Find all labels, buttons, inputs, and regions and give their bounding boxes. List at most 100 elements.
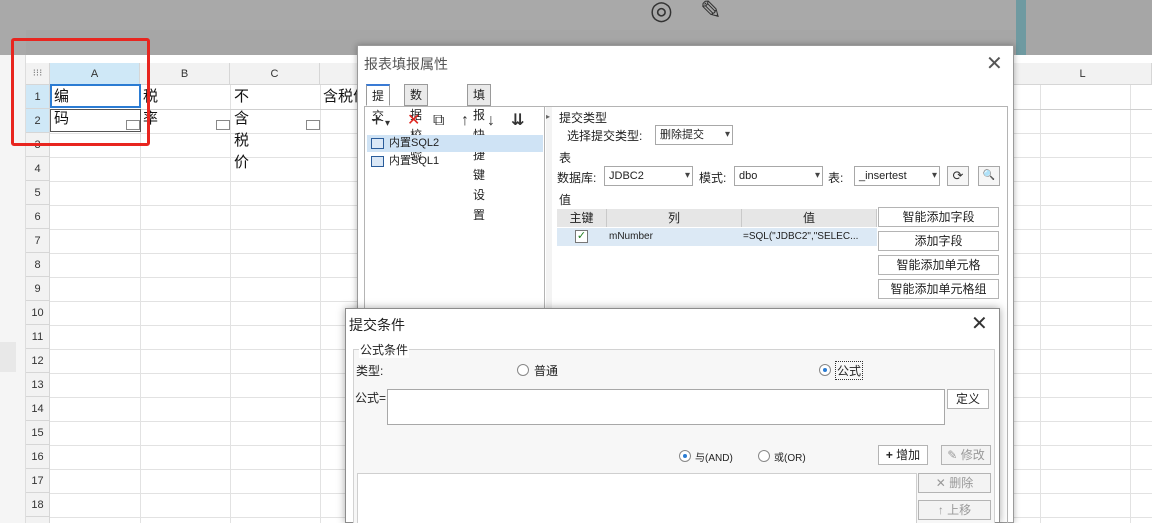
- row-header-6[interactable]: 6: [26, 205, 50, 229]
- list-item[interactable]: 内置SQL1: [367, 153, 543, 170]
- copy-icon[interactable]: ⧉: [433, 111, 444, 131]
- table-section-title: 表: [559, 151, 572, 165]
- list-item[interactable]: 内置SQL2: [367, 135, 543, 152]
- table-value: _insertest: [859, 170, 907, 182]
- tab-submit[interactable]: 提交: [366, 84, 391, 123]
- add-caret-icon[interactable]: ▾: [385, 114, 390, 134]
- delete-button[interactable]: ✕ 删除: [918, 473, 991, 493]
- grid-line: [1040, 85, 1041, 523]
- highlight-annotation-box: [11, 38, 150, 146]
- database-value: JDBC2: [609, 170, 644, 182]
- grid-header-primary-key[interactable]: 主键: [557, 209, 607, 227]
- add-button[interactable]: + 增加: [878, 445, 928, 465]
- row-header-5[interactable]: 5: [26, 181, 50, 205]
- modify-button[interactable]: ✎ 修改: [941, 445, 991, 465]
- search-icon: 🔍: [982, 170, 996, 181]
- modify-button-label: 修改: [960, 448, 985, 462]
- radio-normal[interactable]: [517, 364, 529, 376]
- submit-type-label: 选择提交类型:: [567, 129, 643, 143]
- row-header-14[interactable]: 14: [26, 397, 50, 421]
- database-icon: [371, 138, 384, 149]
- row-header-7[interactable]: 7: [26, 229, 50, 253]
- grid-header-value[interactable]: 值: [742, 209, 877, 227]
- move-up-button-label: 上移: [947, 503, 972, 517]
- delete-button-label: 删除: [949, 476, 974, 490]
- row-header-10[interactable]: 10: [26, 301, 50, 325]
- move-up-icon[interactable]: ↑: [461, 111, 469, 131]
- row-column-name: mNumber: [609, 231, 653, 242]
- row-header-15[interactable]: 15: [26, 421, 50, 445]
- grid-line: [1130, 85, 1131, 523]
- row-header-9[interactable]: 9: [26, 277, 50, 301]
- grid-header-column[interactable]: 列: [607, 209, 742, 227]
- smart-add-field-button[interactable]: 智能添加字段: [878, 207, 999, 227]
- move-bottom-icon[interactable]: ⇊: [511, 111, 524, 131]
- radio-or-label: 或(OR): [774, 453, 806, 464]
- column-header-d[interactable]: [320, 63, 360, 85]
- pencil-icon[interactable]: ✎: [700, 0, 722, 23]
- radio-or[interactable]: [758, 450, 770, 462]
- close-icon[interactable]: ✕: [986, 54, 1003, 74]
- pencil-icon: ✎: [947, 448, 958, 462]
- tab-shortcut-settings[interactable]: 填报快捷键设置: [467, 84, 492, 222]
- smart-add-cell-group-button[interactable]: 智能添加单元格组: [878, 279, 999, 299]
- move-down-icon[interactable]: ↓: [487, 111, 495, 131]
- chevron-down-icon: ▾: [814, 170, 820, 181]
- grid-line: [230, 85, 231, 523]
- row-header-8[interactable]: 8: [26, 253, 50, 277]
- row-header-16[interactable]: 16: [26, 445, 50, 469]
- submit-type-section-title: 提交类型: [559, 111, 608, 125]
- add-icon[interactable]: +: [371, 111, 382, 131]
- submit-type-select[interactable]: 删除提交 ▾: [655, 125, 733, 145]
- close-icon[interactable]: ✕: [971, 314, 988, 334]
- primary-key-checkbox[interactable]: ✓: [575, 230, 588, 243]
- submit-type-value: 删除提交: [660, 129, 704, 141]
- group-title: 公式条件: [359, 341, 410, 358]
- cell-d1[interactable]: 含税价: [323, 86, 359, 108]
- column-header-l[interactable]: L: [1014, 63, 1152, 85]
- radio-and[interactable]: [679, 450, 691, 462]
- search-table-button[interactable]: 🔍: [978, 166, 1000, 186]
- refresh-button[interactable]: ⟳: [947, 166, 969, 186]
- list-item-label: 内置SQL2: [389, 137, 440, 149]
- radio-normal-label: 普通: [534, 364, 559, 378]
- condition-list[interactable]: [357, 473, 917, 523]
- column-header-b[interactable]: B: [140, 63, 230, 85]
- table-row[interactable]: ✓ mNumber =SQL("JDBC2","SELEC...: [557, 228, 877, 246]
- grid-line: [320, 85, 321, 523]
- chevron-down-icon: ▾: [724, 129, 730, 140]
- row-header-19[interactable]: 19: [26, 517, 50, 523]
- row-value: =SQL("JDBC2","SELEC...: [743, 231, 859, 242]
- row-header-12[interactable]: 12: [26, 349, 50, 373]
- dialog-title: 报表填报属性: [364, 56, 448, 72]
- table-label: 表:: [828, 171, 844, 185]
- formula-input[interactable]: [387, 389, 945, 425]
- add-field-button[interactable]: 添加字段: [878, 231, 999, 251]
- row-header-17[interactable]: 17: [26, 469, 50, 493]
- gutter-handle[interactable]: [0, 342, 16, 372]
- eye-off-icon[interactable]: ◎: [650, 0, 673, 23]
- delete-icon[interactable]: ✕: [407, 111, 420, 131]
- scroll-indicator: [1016, 0, 1026, 55]
- row-header-11[interactable]: 11: [26, 325, 50, 349]
- smart-add-cell-button[interactable]: 智能添加单元格: [878, 255, 999, 275]
- move-up-button[interactable]: ↑ 上移: [918, 500, 991, 520]
- row-header-18[interactable]: 18: [26, 493, 50, 517]
- database-label: 数据库:: [557, 171, 597, 185]
- schema-select[interactable]: dbo ▾: [734, 166, 823, 186]
- database-select[interactable]: JDBC2 ▾: [604, 166, 693, 186]
- radio-and-label: 与(AND): [695, 453, 733, 464]
- radio-formula-label: 公式: [835, 361, 864, 380]
- value-section-title: 值: [559, 193, 572, 207]
- cell-c1[interactable]: 不含税价: [234, 86, 249, 174]
- row-header-4[interactable]: 4: [26, 157, 50, 181]
- type-label: 类型:: [356, 364, 384, 378]
- table-select[interactable]: _insertest ▾: [854, 166, 940, 186]
- radio-formula[interactable]: [819, 364, 831, 376]
- row-header-13[interactable]: 13: [26, 373, 50, 397]
- define-button[interactable]: 定义: [947, 389, 989, 409]
- tab-validation[interactable]: 数据校验: [404, 84, 429, 162]
- chevron-down-icon: ▾: [931, 170, 937, 181]
- column-header-c[interactable]: C: [230, 63, 320, 85]
- arrow-up-icon: ↑: [937, 503, 944, 517]
